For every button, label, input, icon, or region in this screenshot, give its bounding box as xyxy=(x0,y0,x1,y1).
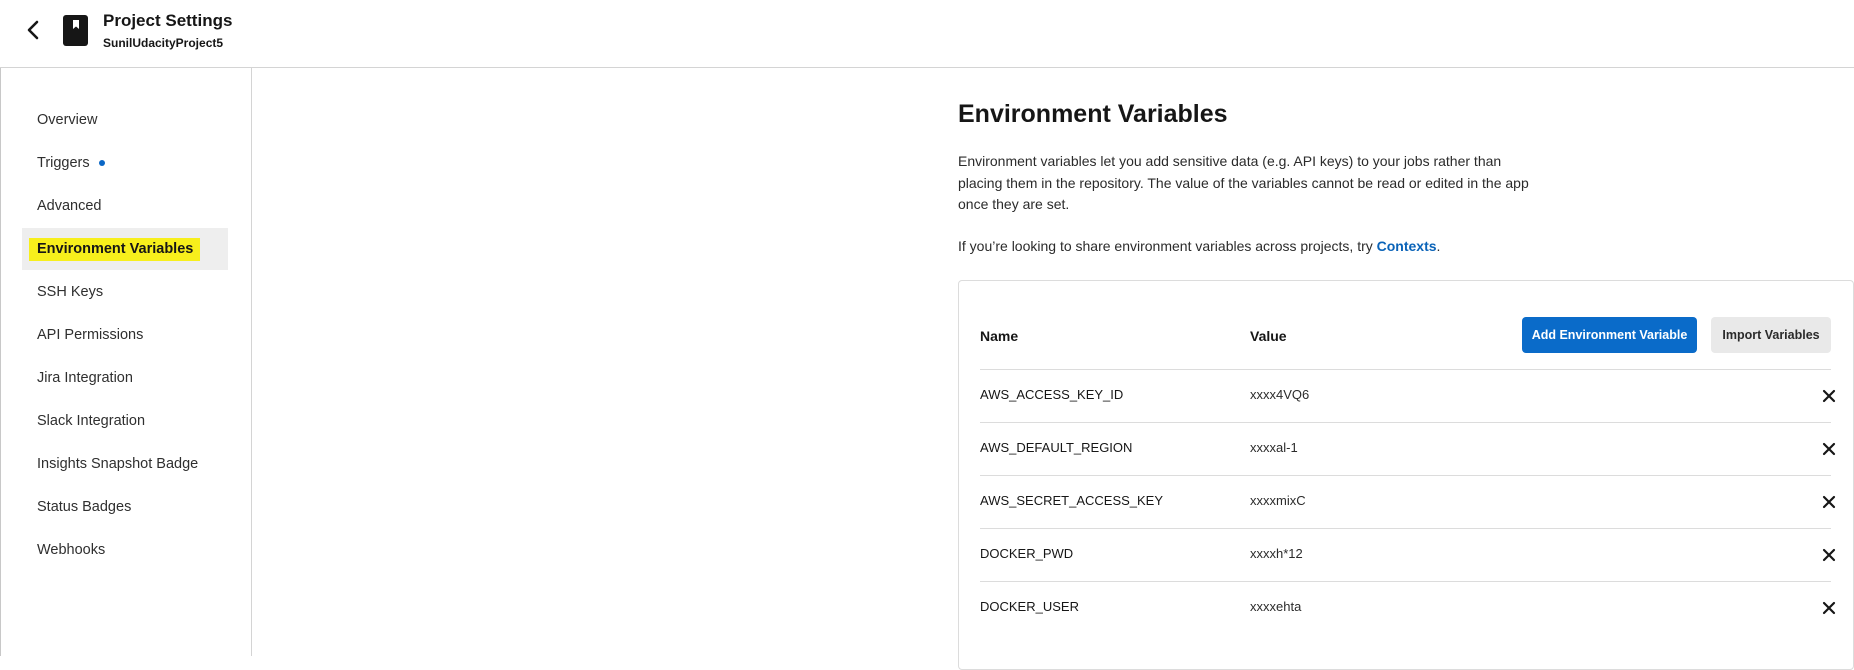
share-hint-text: If you’re looking to share environment v… xyxy=(958,238,1377,254)
sidebar-item-webhooks[interactable]: Webhooks xyxy=(22,529,228,571)
import-variables-button[interactable]: Import Variables xyxy=(1711,317,1831,353)
sidebar-item-insights-snapshot-badge[interactable]: Insights Snapshot Badge xyxy=(22,443,228,485)
page-title: Project Settings xyxy=(103,11,233,30)
sidebar-item-advanced[interactable]: Advanced xyxy=(22,185,228,227)
sidebar-item-label: Triggers xyxy=(37,155,90,171)
section-description: Environment variables let you add sensit… xyxy=(958,153,1529,212)
sidebar-item-slack-integration[interactable]: Slack Integration xyxy=(22,400,228,442)
sidebar-item-label: Insights Snapshot Badge xyxy=(37,456,199,472)
sidebar-item-label: Status Badges xyxy=(37,499,132,515)
close-icon[interactable] xyxy=(1822,548,1836,562)
table-row: DOCKER_PWD xxxxh*12 xyxy=(976,529,1836,582)
sidebar-item-label: Advanced xyxy=(37,198,102,214)
sidebar-item-environment-variables[interactable]: Environment Variables xyxy=(22,228,228,270)
variable-name: AWS_ACCESS_KEY_ID xyxy=(980,387,1124,402)
sidebar-item-label: Jira Integration xyxy=(37,370,133,386)
sidebar-item-ssh-keys[interactable]: SSH Keys xyxy=(22,271,228,313)
sidebar-item-label: Slack Integration xyxy=(37,413,146,429)
table-row: AWS_SECRET_ACCESS_KEY xxxxmixC xyxy=(978,476,1836,529)
variable-value: xxxxehta xyxy=(1250,599,1302,614)
column-header-name: Name xyxy=(980,328,1019,344)
column-header-value: Value xyxy=(1250,328,1287,344)
share-hint: If you’re looking to share environment v… xyxy=(958,238,1440,254)
close-icon[interactable] xyxy=(1822,601,1836,615)
sidebar-item-status-badges[interactable]: Status Badges xyxy=(22,486,228,528)
sidebar-item-label: Webhooks xyxy=(37,542,106,558)
table-row: AWS_ACCESS_KEY_ID xxxx4VQ6 xyxy=(977,370,1836,423)
variable-value: xxxxh*12 xyxy=(1250,546,1303,561)
variable-name: AWS_SECRET_ACCESS_KEY xyxy=(980,493,1164,508)
contexts-link[interactable]: Contexts xyxy=(1377,238,1437,254)
bookmark-book-icon xyxy=(63,15,88,46)
share-hint-suffix: . xyxy=(1436,238,1441,254)
sidebar-item-triggers[interactable]: Triggers xyxy=(22,142,228,184)
close-icon[interactable] xyxy=(1822,442,1836,456)
sidebar-item-label: SSH Keys xyxy=(37,284,104,300)
env-vars-card: Name Value Add Environment Variable Impo… xyxy=(958,280,1854,670)
sidebar-item-label: Environment Variables xyxy=(28,238,201,261)
variable-value: xxxxmixC xyxy=(1250,493,1306,508)
variable-name: DOCKER_PWD xyxy=(980,546,1074,561)
variable-name: AWS_DEFAULT_REGION xyxy=(980,440,1133,455)
table-row: AWS_DEFAULT_REGION xxxxal-1 xyxy=(977,423,1836,476)
page-header: Project Settings SunilUdacityProject5 xyxy=(0,0,1854,68)
section-title: Environment Variables xyxy=(958,100,1228,128)
sidebar-item-label: API Permissions xyxy=(37,327,144,343)
notification-dot xyxy=(98,160,105,166)
settings-sidebar: Overview Triggers Advanced Environment V… xyxy=(0,67,252,656)
variable-value: xxxx4VQ6 xyxy=(1250,387,1310,402)
table-row: DOCKER_USER xxxxehta xyxy=(972,582,1836,635)
close-icon[interactable] xyxy=(1822,495,1836,509)
close-icon[interactable] xyxy=(1822,389,1836,403)
variable-value: xxxxal-1 xyxy=(1250,440,1298,455)
sidebar-item-overview[interactable]: Overview xyxy=(22,99,228,141)
chevron-left-icon[interactable] xyxy=(22,17,46,43)
add-environment-variable-button[interactable]: Add Environment Variable xyxy=(1522,317,1697,353)
project-name: SunilUdacityProject5 xyxy=(103,36,224,50)
variable-name: DOCKER_USER xyxy=(980,599,1079,614)
sidebar-item-jira-integration[interactable]: Jira Integration xyxy=(22,357,228,399)
sidebar-item-api-permissions[interactable]: API Permissions xyxy=(22,314,228,356)
sidebar-item-label: Overview xyxy=(37,112,98,128)
